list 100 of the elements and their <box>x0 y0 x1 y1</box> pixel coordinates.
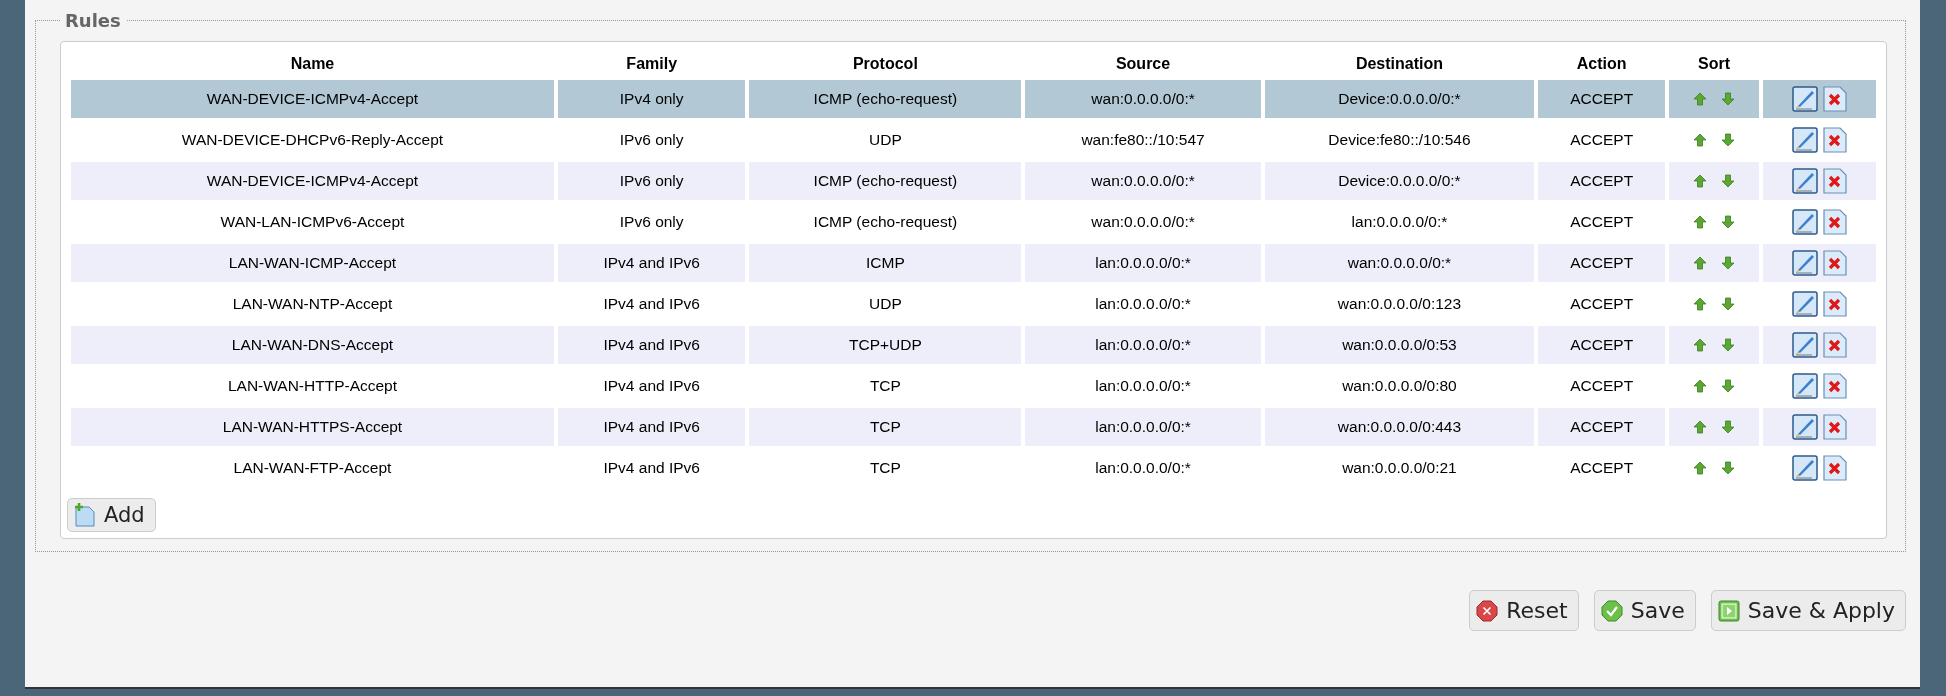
edit-icon[interactable] <box>1791 168 1818 194</box>
destination-cell-text: lan:0.0.0.0/0:* <box>1350 212 1449 232</box>
destination-cell: wan:0.0.0.0/0:53 <box>1264 326 1535 364</box>
family-cell: IPv6 only <box>557 162 746 200</box>
action-cell-text: ACCEPT <box>1569 212 1635 232</box>
name-cell[interactable]: WAN-LAN-ICMPv6-Accept <box>71 203 554 241</box>
name-cell[interactable]: LAN-WAN-ICMP-Accept <box>71 244 554 282</box>
up-arrow-icon[interactable] <box>1693 420 1708 434</box>
edit-icon[interactable] <box>1791 373 1818 399</box>
edit-icon[interactable] <box>1791 86 1818 112</box>
protocol-cell: TCP <box>749 408 1022 446</box>
edit-icon[interactable] <box>1791 291 1818 317</box>
protocol-cell-text: ICMP (echo-request) <box>812 212 959 232</box>
destination-cell-text: Device:fe80::/10:546 <box>1327 130 1472 150</box>
up-arrow-icon[interactable] <box>1693 338 1708 352</box>
destination-cell-text: wan:0.0.0.0/0:123 <box>1336 294 1463 314</box>
column-header: Family <box>625 54 679 74</box>
up-arrow-icon[interactable] <box>1693 174 1708 188</box>
name-cell[interactable]: LAN-WAN-FTP-Accept <box>71 449 554 487</box>
source-cell-text: lan:0.0.0.0/0:* <box>1094 458 1192 478</box>
family-cell-text: IPv6 only <box>618 130 685 150</box>
column-header: Action <box>1575 54 1628 74</box>
action-cell-text: ACCEPT <box>1569 458 1635 478</box>
edit-icon[interactable] <box>1791 209 1818 235</box>
up-arrow-icon[interactable] <box>1693 133 1708 147</box>
up-arrow-icon[interactable] <box>1693 379 1708 393</box>
source-cell: lan:0.0.0.0/0:* <box>1025 408 1261 446</box>
delete-icon[interactable] <box>1822 250 1847 276</box>
source-cell-text: wan:fe80::/10:547 <box>1080 130 1206 150</box>
source-cell: lan:0.0.0.0/0:* <box>1025 326 1261 364</box>
source-cell: wan:0.0.0.0/0:* <box>1025 162 1261 200</box>
family-cell-text: IPv4 and IPv6 <box>602 458 701 478</box>
delete-icon[interactable] <box>1822 127 1847 153</box>
source-cell-text: lan:0.0.0.0/0:* <box>1094 376 1192 396</box>
down-arrow-icon[interactable] <box>1721 420 1736 434</box>
action-cell: ACCEPT <box>1538 408 1666 446</box>
down-arrow-icon[interactable] <box>1721 133 1736 147</box>
up-arrow-icon[interactable] <box>1693 461 1708 475</box>
source-cell: wan:0.0.0.0/0:* <box>1025 80 1261 118</box>
destination-cell: wan:0.0.0.0/0:443 <box>1264 408 1535 446</box>
down-arrow-icon[interactable] <box>1721 174 1736 188</box>
down-arrow-icon[interactable] <box>1721 92 1736 106</box>
family-cell: IPv4 and IPv6 <box>557 244 746 282</box>
edit-icon[interactable] <box>1791 250 1818 276</box>
down-arrow-icon[interactable] <box>1721 256 1736 270</box>
apply-button[interactable]: Save & Apply <box>1710 590 1906 631</box>
family-cell: IPv4 and IPv6 <box>557 408 746 446</box>
down-arrow-icon[interactable] <box>1721 215 1736 229</box>
delete-icon[interactable] <box>1822 86 1847 112</box>
column-header: Destination <box>1354 54 1444 74</box>
source-cell: lan:0.0.0.0/0:* <box>1025 244 1261 282</box>
new-document-icon <box>74 503 96 527</box>
down-arrow-icon[interactable] <box>1721 379 1736 393</box>
delete-icon[interactable] <box>1822 332 1847 358</box>
delete-icon[interactable] <box>1822 373 1847 399</box>
edit-icon[interactable] <box>1791 414 1818 440</box>
fieldset-legend: Rules <box>60 10 126 31</box>
down-arrow-icon[interactable] <box>1721 461 1736 475</box>
destination-cell: Device:0.0.0.0/0:* <box>1264 80 1535 118</box>
name-cell[interactable]: LAN-WAN-NTP-Accept <box>71 285 554 323</box>
save-button[interactable]: Save <box>1593 590 1696 631</box>
up-arrow-icon[interactable] <box>1693 215 1708 229</box>
delete-icon[interactable] <box>1822 209 1847 235</box>
column-header: Source <box>1114 54 1172 74</box>
edit-icon[interactable] <box>1791 127 1818 153</box>
up-arrow-icon[interactable] <box>1693 297 1708 311</box>
delete-icon[interactable] <box>1822 455 1847 481</box>
name-cell[interactable]: WAN-DEVICE-DHCPv6-Reply-Accept <box>71 121 554 159</box>
protocol-cell: ICMP (echo-request) <box>749 80 1022 118</box>
delete-icon[interactable] <box>1822 291 1847 317</box>
action-cell: ACCEPT <box>1538 326 1666 364</box>
source-cell-text: lan:0.0.0.0/0:* <box>1094 294 1192 314</box>
delete-icon[interactable] <box>1822 168 1847 194</box>
delete-icon[interactable] <box>1822 414 1847 440</box>
column-header: Name <box>289 54 336 74</box>
up-arrow-icon[interactable] <box>1693 92 1708 106</box>
destination-cell: wan:0.0.0.0/0:* <box>1264 244 1535 282</box>
up-arrow-icon[interactable] <box>1693 256 1708 270</box>
action-cell-text: ACCEPT <box>1569 294 1635 314</box>
action-cell: ACCEPT <box>1538 162 1666 200</box>
protocol-cell: TCP+UDP <box>749 326 1022 364</box>
name-cell[interactable]: LAN-WAN-HTTPS-Accept <box>71 408 554 446</box>
name-cell[interactable]: WAN-DEVICE-ICMPv4-Accept <box>71 162 554 200</box>
add-button[interactable]: Add <box>67 498 156 532</box>
family-cell-text: IPv6 only <box>618 212 685 232</box>
down-arrow-icon[interactable] <box>1721 338 1736 352</box>
edit-icon[interactable] <box>1791 332 1818 358</box>
edit-icon[interactable] <box>1791 455 1818 481</box>
protocol-cell-text: UDP <box>868 294 903 314</box>
column-header: Protocol <box>851 54 919 74</box>
action-cell-text: ACCEPT <box>1569 130 1635 150</box>
reset-button[interactable]: Reset <box>1469 590 1579 631</box>
destination-cell: Device:0.0.0.0/0:* <box>1264 162 1535 200</box>
check-icon <box>1600 599 1623 622</box>
protocol-cell-text: UDP <box>868 130 903 150</box>
name-cell[interactable]: WAN-DEVICE-ICMPv4-Accept <box>71 80 554 118</box>
name-cell[interactable]: LAN-WAN-HTTP-Accept <box>71 367 554 405</box>
protocol-cell: ICMP (echo-request) <box>749 162 1022 200</box>
down-arrow-icon[interactable] <box>1721 297 1736 311</box>
name-cell[interactable]: LAN-WAN-DNS-Accept <box>71 326 554 364</box>
